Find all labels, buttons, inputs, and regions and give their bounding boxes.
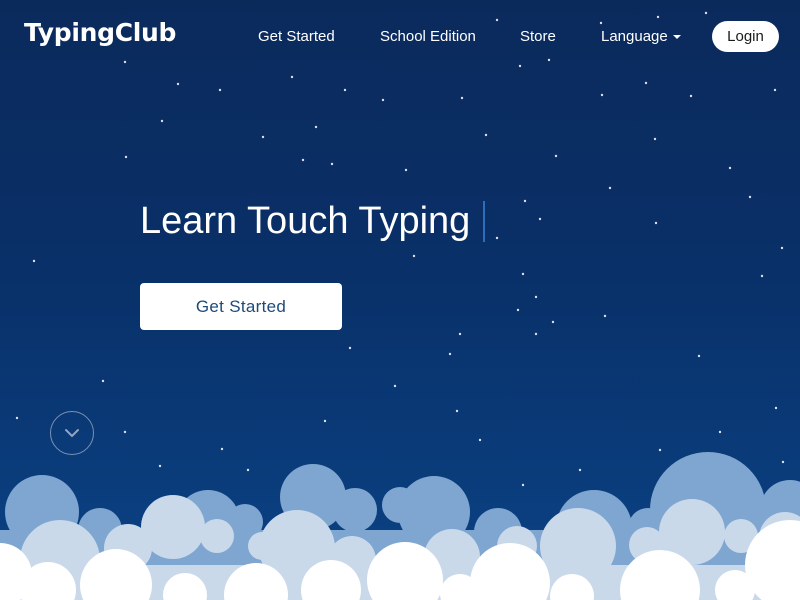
star <box>773 88 777 92</box>
star <box>656 15 660 19</box>
star <box>538 217 542 221</box>
star <box>554 154 558 158</box>
star <box>521 272 525 276</box>
login-button[interactable]: Login <box>712 21 779 52</box>
star <box>218 88 222 92</box>
star <box>404 168 408 172</box>
star <box>704 11 708 15</box>
star <box>348 346 352 350</box>
star <box>603 314 607 318</box>
star <box>484 133 488 137</box>
clouds-decoration <box>0 452 800 600</box>
star <box>495 18 499 22</box>
star <box>314 125 318 129</box>
star <box>32 259 36 263</box>
star <box>518 64 522 68</box>
star <box>123 430 127 434</box>
logo[interactable]: TypingClub <box>24 18 176 47</box>
star <box>760 274 764 278</box>
star <box>534 332 538 336</box>
star <box>644 81 648 85</box>
chevron-down-icon <box>65 429 79 437</box>
star <box>495 236 499 240</box>
star <box>455 409 459 413</box>
star <box>551 320 555 324</box>
star <box>176 82 180 86</box>
star <box>290 75 294 79</box>
nav-language-label: Language <box>601 28 668 45</box>
nav-language-dropdown[interactable]: Language <box>601 28 681 45</box>
nav-store[interactable]: Store <box>520 28 556 45</box>
hero-headline: Learn Touch Typing <box>140 200 471 242</box>
star <box>534 295 538 299</box>
star <box>101 379 105 383</box>
star <box>780 246 784 250</box>
star <box>460 96 464 100</box>
star <box>412 254 416 258</box>
star <box>689 94 693 98</box>
nav-get-started[interactable]: Get Started <box>258 28 335 45</box>
star <box>516 308 520 312</box>
star <box>458 332 462 336</box>
star <box>718 430 722 434</box>
star <box>728 166 732 170</box>
star <box>393 384 397 388</box>
star <box>653 137 657 141</box>
star <box>774 406 778 410</box>
caret-down-icon <box>672 35 681 40</box>
star <box>124 155 128 159</box>
typing-cursor <box>483 201 485 242</box>
star <box>748 195 752 199</box>
star <box>15 416 19 420</box>
star <box>301 158 305 162</box>
nav-school-edition[interactable]: School Edition <box>380 28 476 45</box>
star <box>261 135 265 139</box>
star <box>160 119 164 123</box>
star <box>600 93 604 97</box>
star <box>381 98 385 102</box>
star <box>523 199 527 203</box>
star <box>448 352 452 356</box>
get-started-button[interactable]: Get Started <box>140 283 342 330</box>
star <box>608 186 612 190</box>
star <box>323 419 327 423</box>
star <box>697 354 701 358</box>
star <box>654 221 658 225</box>
star <box>599 21 603 25</box>
star <box>343 88 347 92</box>
star <box>547 58 551 62</box>
star <box>330 162 334 166</box>
star <box>123 60 127 64</box>
hero-section: TypingClub Get Started School Edition St… <box>0 0 800 600</box>
